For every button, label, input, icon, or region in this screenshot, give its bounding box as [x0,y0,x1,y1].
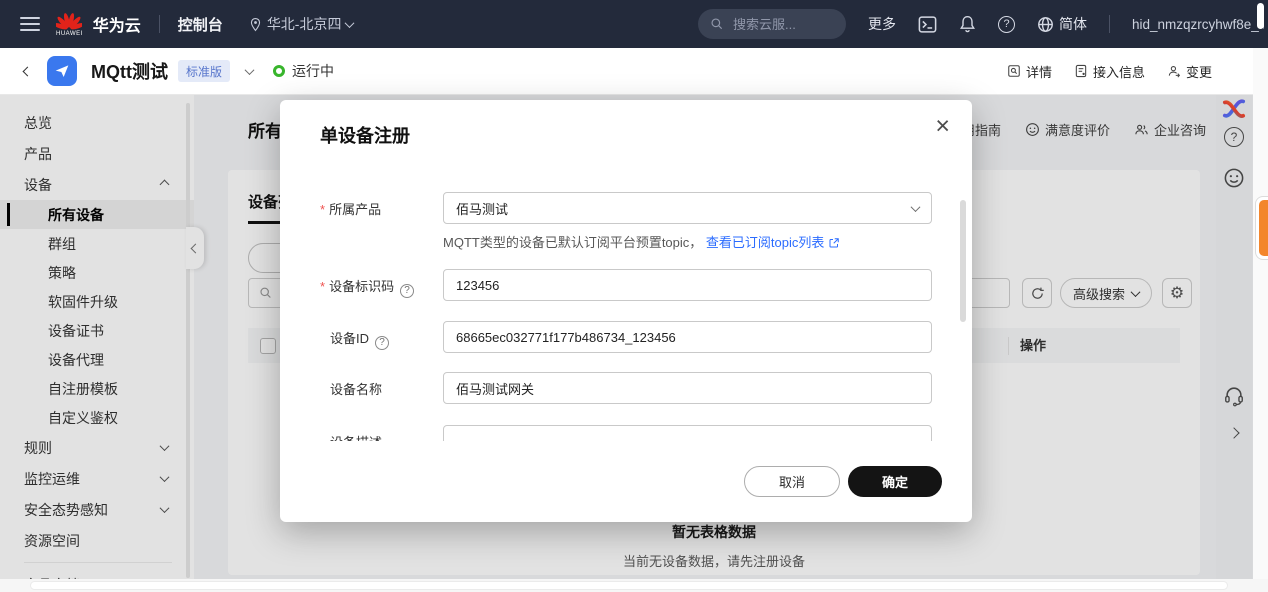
field-label-device-name: 设备名称 [320,372,443,404]
access-info-label: 接入信息 [1093,62,1145,81]
access-info-button[interactable]: 接入信息 [1074,62,1145,81]
version-badge: 标准版 [178,60,230,82]
feedback-edge-tab-fill [1259,200,1268,256]
instance-actions: 详情 接入信息 变更 [1007,62,1212,81]
horizontal-scroll-track[interactable] [0,579,1268,592]
dialog-title: 单设备注册 [320,126,410,146]
product-select[interactable]: 佰马测试 [443,192,932,224]
top-navbar: HUAWEI 华为云 控制台 华北-北京四 更多 [0,0,1268,48]
search-input[interactable] [731,16,831,33]
change-button[interactable]: 变更 [1167,62,1212,81]
region-label: 华北-北京四 [267,14,342,34]
device-id-input[interactable] [443,321,932,353]
field-label-text: 设备标识码 [329,279,394,294]
field-device-name: 设备名称 [320,372,932,404]
change-label: 变更 [1186,62,1212,81]
divider [1109,15,1110,33]
dialog-scrollbar[interactable] [960,200,966,322]
field-label-text: 设备名称 [330,382,382,397]
language-selector[interactable]: 简体 [1037,14,1087,34]
language-label: 简体 [1059,14,1087,34]
device-desc-input[interactable] [443,425,932,441]
location-pin-icon [249,17,262,32]
huawei-logo[interactable]: HUAWEI [56,12,83,37]
field-device-id: 设备ID [320,321,932,353]
product-hint: MQTT类型的设备已默认订阅平台预置topic， 查看已订阅topic列表 [443,232,932,251]
close-icon[interactable]: × [935,114,950,139]
detail-button[interactable]: 详情 [1007,62,1052,81]
cli-button[interactable] [918,16,937,33]
vertical-scroll-track[interactable] [1253,48,1268,592]
field-device-code: 设备标识码 [320,269,932,301]
console-link[interactable]: 控制台 [178,14,223,35]
field-label-text: 设备描述 [330,435,382,441]
user-account[interactable]: hid_nmzqzrcyhwf8e_4 [1132,17,1264,32]
product-select-value: 佰马测试 [456,199,508,218]
device-name-input[interactable] [443,372,932,404]
paper-plane-icon [54,63,70,79]
external-link-icon [828,237,840,249]
instance-appbar: MQtt测试 标准版 运行中 详情 接入信息 [0,48,1268,95]
detail-magnifier-icon [1007,64,1021,78]
product-hint-text: MQTT类型的设备已默认订阅平台预置topic， [443,235,702,250]
field-label-text: 所属产品 [329,202,381,217]
brand-name[interactable]: 华为云 [93,12,141,36]
field-label-device-code: 设备标识码 [320,269,443,301]
field-label-text: 设备ID [330,331,369,346]
topbar-right: 更多 ? 简体 [698,0,1268,48]
hamburger-menu-icon[interactable] [20,13,40,35]
dialog-footer: 取消 确定 [280,441,972,497]
help-button[interactable]: ? [998,16,1015,33]
cloud-search[interactable] [698,9,846,39]
globe-icon [1037,16,1054,33]
chevron-down-icon [345,18,355,28]
document-icon [1074,64,1088,78]
notifications-button[interactable] [959,15,976,33]
huawei-flower-icon [56,12,82,30]
help-icon[interactable] [400,284,414,298]
single-device-register-dialog: 单设备注册 × 所属产品 佰马测试 MQTT类型的设备已默认订阅平台预置topi… [280,100,972,522]
back-button[interactable] [23,66,33,76]
dialog-header: 单设备注册 × [280,100,972,148]
field-device-desc: 设备描述 [320,425,932,441]
confirm-button[interactable]: 确定 [848,466,942,497]
topic-list-link[interactable]: 查看已订阅topic列表 [706,235,824,250]
search-icon [710,17,724,31]
field-label-product: 所属产品 [320,192,443,251]
region-selector[interactable]: 华北-北京四 [249,14,354,34]
field-label-device-desc: 设备描述 [320,425,443,441]
vertical-scroll-thumb[interactable] [1257,3,1264,29]
field-label-device-id: 设备ID [320,321,443,353]
person-icon [1167,64,1181,78]
device-code-input[interactable] [443,269,932,301]
huawei-caption: HUAWEI [56,31,83,37]
dialog-body: 所属产品 佰马测试 MQTT类型的设备已默认订阅平台预置topic， 查看已订阅… [280,148,972,441]
divider [159,15,160,33]
horizontal-scroll-thumb[interactable] [30,581,1228,590]
instance-dropdown-chevron[interactable] [245,65,255,75]
feedback-edge-tab[interactable] [1255,196,1268,260]
field-product: 所属产品 佰马测试 MQTT类型的设备已默认订阅平台预置topic， 查看已订阅… [320,192,932,251]
bell-icon [959,15,976,33]
terminal-icon [918,16,937,33]
detail-label: 详情 [1026,62,1052,81]
help-icon[interactable] [375,336,389,350]
iotda-app-icon [47,56,77,86]
more-link[interactable]: 更多 [868,14,896,34]
status-dot [273,65,285,77]
chevron-down-icon [911,202,921,212]
instance-title: MQtt测试 [91,58,168,84]
cancel-button[interactable]: 取消 [744,466,840,497]
status-text: 运行中 [292,61,334,81]
huawei-cloud-console: HUAWEI 华为云 控制台 华北-北京四 更多 [0,0,1268,592]
